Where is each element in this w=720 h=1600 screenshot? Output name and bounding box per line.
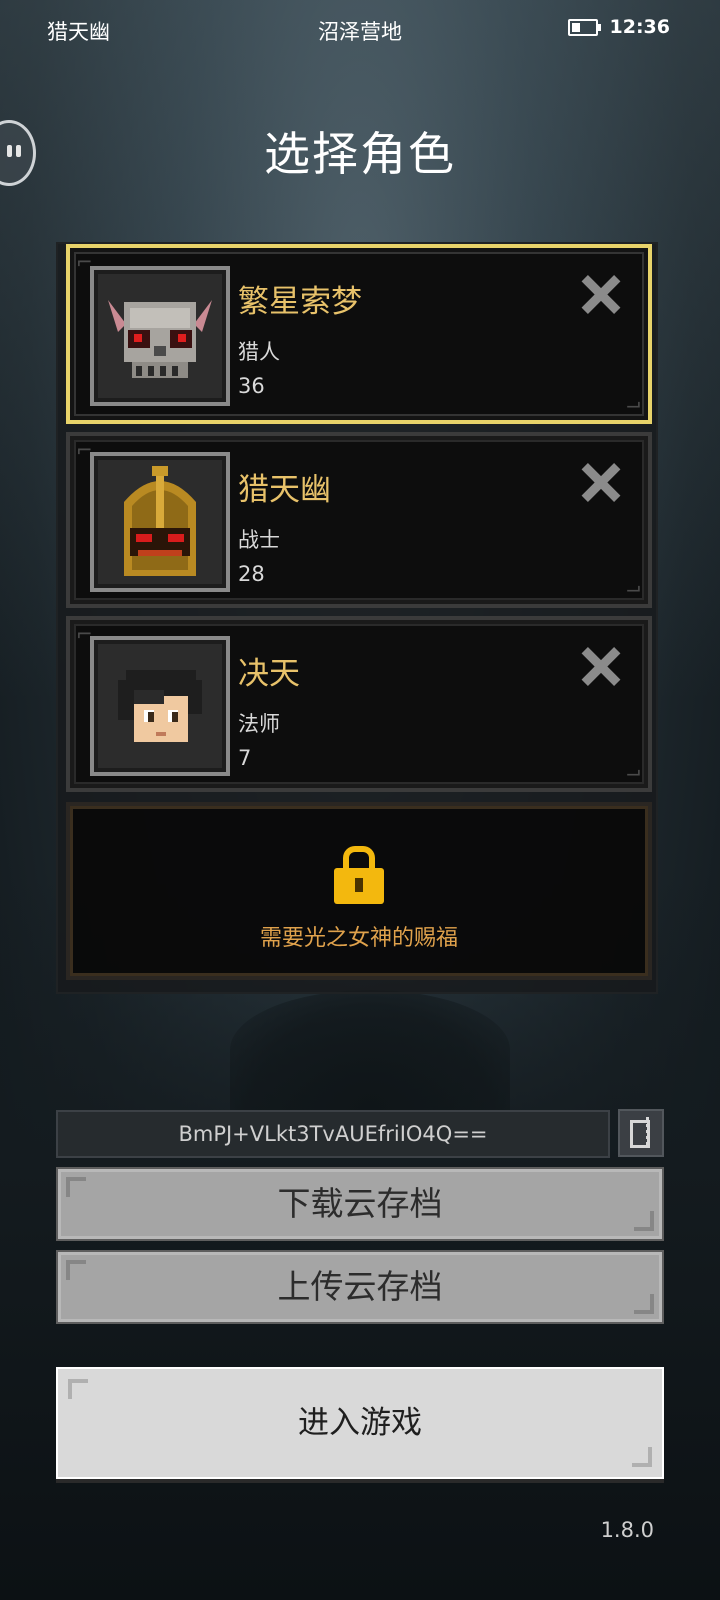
character-level: 28 <box>238 562 265 586</box>
padlock-icon <box>334 846 384 906</box>
character-class: 法师 <box>238 712 280 736</box>
page-title: 选择角色 <box>264 127 456 181</box>
character-level: 7 <box>238 746 252 770</box>
delete-character-icon[interactable] <box>580 646 622 688</box>
character-list-panel: 繁星索梦 猎人 36 猎天幽 战士 28 <box>56 242 658 994</box>
character-class: 猎人 <box>238 340 280 364</box>
background-tree <box>230 990 510 1110</box>
character-class: 战士 <box>238 528 280 552</box>
avatar-frame <box>90 452 230 592</box>
enter-game-button[interactable]: 进入游戏 <box>56 1367 664 1479</box>
status-time: 12:36 <box>609 16 670 38</box>
character-name: 猎天幽 <box>238 472 331 508</box>
character-card-3[interactable]: 决天 法师 7 <box>66 616 652 792</box>
copy-icon[interactable] <box>618 1109 664 1157</box>
black-haired-boy-avatar-icon <box>104 650 216 762</box>
status-bar: 猎天幽 沼泽营地 12:36 <box>0 0 720 58</box>
delete-character-icon[interactable] <box>580 274 622 316</box>
version-label: 1.8.0 <box>600 1518 654 1542</box>
character-card-1[interactable]: 繁星索梦 猎人 36 <box>66 244 652 424</box>
avatar-frame <box>90 636 230 776</box>
avatar-frame <box>90 266 230 406</box>
character-name: 繁星索梦 <box>238 284 362 320</box>
character-card-2[interactable]: 猎天幽 战士 28 <box>66 432 652 608</box>
character-name: 决天 <box>238 656 300 692</box>
status-right: 12:36 <box>567 16 670 38</box>
battery-icon <box>567 18 601 36</box>
locked-slot-text: 需要光之女神的赐福 <box>259 926 458 951</box>
save-code-field[interactable]: BmPJ+VLkt3TvAUEfriIO4Q== <box>56 1110 610 1158</box>
horned-skull-avatar-icon <box>104 280 216 392</box>
delete-character-icon[interactable] <box>580 462 622 504</box>
download-cloud-save-button[interactable]: 下载云存档 <box>56 1167 664 1241</box>
golden-helmet-avatar-icon <box>104 466 216 578</box>
character-level: 36 <box>238 374 265 398</box>
upload-cloud-save-button[interactable]: 上传云存档 <box>56 1250 664 1324</box>
locked-character-slot[interactable]: 需要光之女神的赐福 <box>66 802 652 980</box>
